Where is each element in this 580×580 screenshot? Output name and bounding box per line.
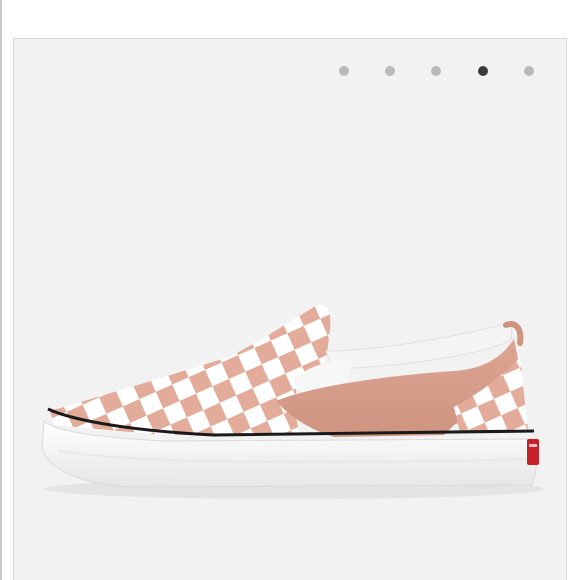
checker-upper-icon [50,305,331,435]
carousel-dots [14,66,566,78]
carousel-dot-5[interactable] [524,66,534,76]
heel-tab-icon [527,439,539,465]
carousel-dot-3[interactable] [431,66,441,76]
image-gallery[interactable] [13,38,567,580]
left-divider [0,0,2,580]
carousel-dot-4-active[interactable] [478,66,488,76]
product-image [41,305,544,499]
carousel-dot-2[interactable] [385,66,395,76]
page [0,0,580,580]
carousel-dot-1[interactable] [339,66,349,76]
